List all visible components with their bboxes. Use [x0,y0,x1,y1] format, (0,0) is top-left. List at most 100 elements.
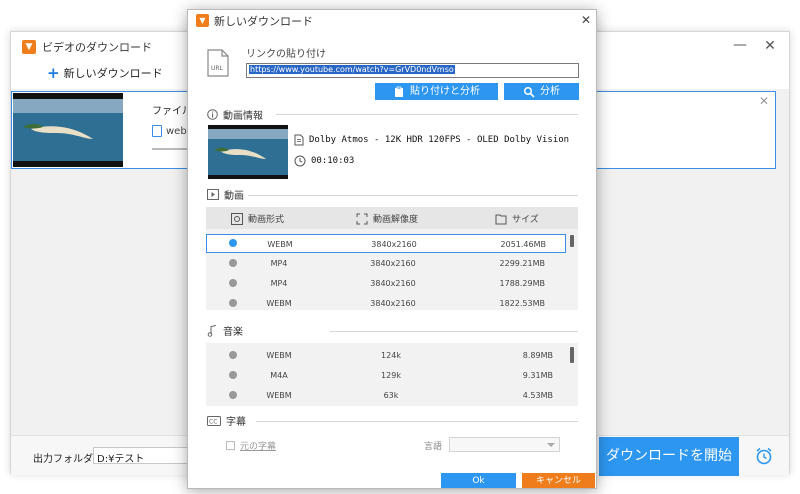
video-row[interactable]: WEBM 3840x2160 2051.46MB [206,234,566,253]
audio-bitrate: 63k [383,391,399,400]
audio-bitrate: 129k [381,371,401,380]
divider [276,114,578,115]
dialog-close-icon[interactable]: ✕ [578,12,594,28]
alarm-clock-icon[interactable] [754,446,774,466]
output-folder-field[interactable]: D:¥テスト [93,447,193,465]
subtitle-section-heading: CC 字幕 [207,413,246,428]
desktop: ▼ ビデオのダウンロード — ✕ + 新しいダウンロード ファイル名: webm… [0,0,800,494]
video-resolution: 3840x2160 [370,279,416,288]
checkbox[interactable] [226,441,235,450]
download-thumbnail [13,93,123,167]
video-icon [207,189,219,200]
radio-button[interactable] [229,259,237,267]
audio-bitrate: 124k [381,351,401,360]
audio-row[interactable]: WEBM 124k 8.89MB [206,346,566,365]
video-format: MP4 [270,259,288,268]
audio-section-label: 音楽 [223,327,243,338]
video-resolution: 3840x2160 [370,299,416,308]
clock-icon [294,155,306,167]
audio-size: 4.53MB [522,391,553,400]
radio-button[interactable] [229,279,237,287]
video-info-label: 動画情報 [223,111,263,122]
video-format: MP4 [270,279,288,288]
start-download-button[interactable]: ダウンロードを開始 [599,437,739,476]
new-download-label: 新しいダウンロード [63,67,163,80]
minimize-icon[interactable]: — [730,36,750,56]
selected-check-icon[interactable] [229,239,237,247]
download-progress-bar [152,148,192,150]
video-table-header: 動画形式 動画解像度 サイズ [206,207,578,229]
paste-link-label: リンクの貼り付け [246,49,326,60]
window-title: ビデオのダウンロード [42,41,152,54]
video-size: 1788.29MB [499,279,545,288]
dialog-title: 新しいダウンロード [214,15,313,28]
dialog-titlebar: ▼ 新しいダウンロード ✕ [188,10,596,32]
column-header-size: サイズ [495,212,539,225]
video-size: 2051.46MB [500,240,546,249]
close-icon[interactable]: ✕ [760,36,780,56]
video-resolution: 3840x2160 [371,240,417,249]
audio-format: M4A [270,371,288,380]
audio-table-scrollbar[interactable] [570,347,574,363]
audio-row[interactable]: WEBM 63k 4.53MB [206,386,566,405]
subtitle-section-label: 字幕 [226,417,246,428]
ok-button[interactable]: Ok [441,473,516,488]
video-table-scrollbar[interactable] [570,235,574,247]
film-icon [231,212,243,225]
clipboard-icon [395,86,403,97]
column-size-label: サイズ [512,215,539,225]
video-thumbnail [208,125,288,179]
document-icon [294,134,304,146]
file-format-icon [152,125,162,137]
paste-and-analyze-label: 貼り付けと分析 [410,86,480,97]
paste-and-analyze-button[interactable]: 貼り付けと分析 [375,83,498,100]
app-logo-icon: ▼ [196,14,209,27]
audio-row[interactable]: M4A 129k 9.31MB [206,366,566,385]
cc-icon: CC [207,415,221,426]
url-link-icon: URL [205,48,231,78]
url-input[interactable]: https://www.youtube.com/watch?v=GrVD0ndV… [246,63,579,78]
cancel-button[interactable]: キャンセル [522,473,595,488]
language-select[interactable] [449,437,560,452]
video-row[interactable]: MP4 3840x2160 1788.29MB [206,274,566,293]
video-row[interactable]: MP4 3840x2160 2299.21MB [206,254,566,273]
column-resolution-label: 動画解像度 [373,215,419,225]
column-format-label: 動画形式 [248,215,285,225]
divider [330,331,578,332]
language-label: 言語 [424,442,443,452]
divider [256,421,578,422]
resize-icon [356,213,368,224]
search-icon [523,86,535,98]
radio-button[interactable] [229,299,237,307]
analyze-button[interactable]: 分析 [504,83,579,100]
analyze-label: 分析 [540,86,560,97]
video-info-heading: 動画情報 [207,107,263,122]
app-logo-icon: ▼ [22,40,36,54]
column-header-resolution: 動画解像度 [356,212,418,225]
video-title-row: Dolby Atmos - 12K HDR 120FPS - OLED Dolb… [294,134,569,146]
video-row[interactable]: WEBM 3840x2160 1822.53MB [206,294,566,310]
audio-format-table: WEBM 124k 8.89MB M4A 129k 9.31MB WEBM 63… [206,343,578,406]
chevron-down-icon [547,443,555,447]
video-duration: 00:10:03 [311,156,355,166]
video-format-table: 動画形式 動画解像度 サイズ WEBM 3840x2160 2051.46MB [206,207,578,310]
radio-button[interactable] [229,371,237,379]
audio-format: WEBM [266,391,292,400]
audio-size: 8.89MB [522,351,553,360]
new-download-dialog: ▼ 新しいダウンロード ✕ URL リンクの貼り付け https://www.y… [187,9,597,489]
video-title: Dolby Atmos - 12K HDR 120FPS - OLED Dolb… [309,135,570,145]
divider [248,195,578,196]
new-download-button[interactable]: + 新しいダウンロード [47,65,163,81]
plus-icon: + [47,64,60,82]
radio-button[interactable] [229,351,237,359]
music-note-icon [207,324,217,337]
original-subtitle-checkbox[interactable]: 元の字幕 [226,439,276,452]
radio-button[interactable] [229,391,237,399]
info-icon [207,109,218,120]
video-duration-row: 00:10:03 [294,155,354,167]
remove-item-icon[interactable]: ✕ [759,94,769,108]
audio-section-heading: 音楽 [207,323,243,338]
video-section-heading: 動画 [207,187,244,202]
svg-text:CC: CC [209,418,217,425]
video-format: WEBM [266,299,292,308]
